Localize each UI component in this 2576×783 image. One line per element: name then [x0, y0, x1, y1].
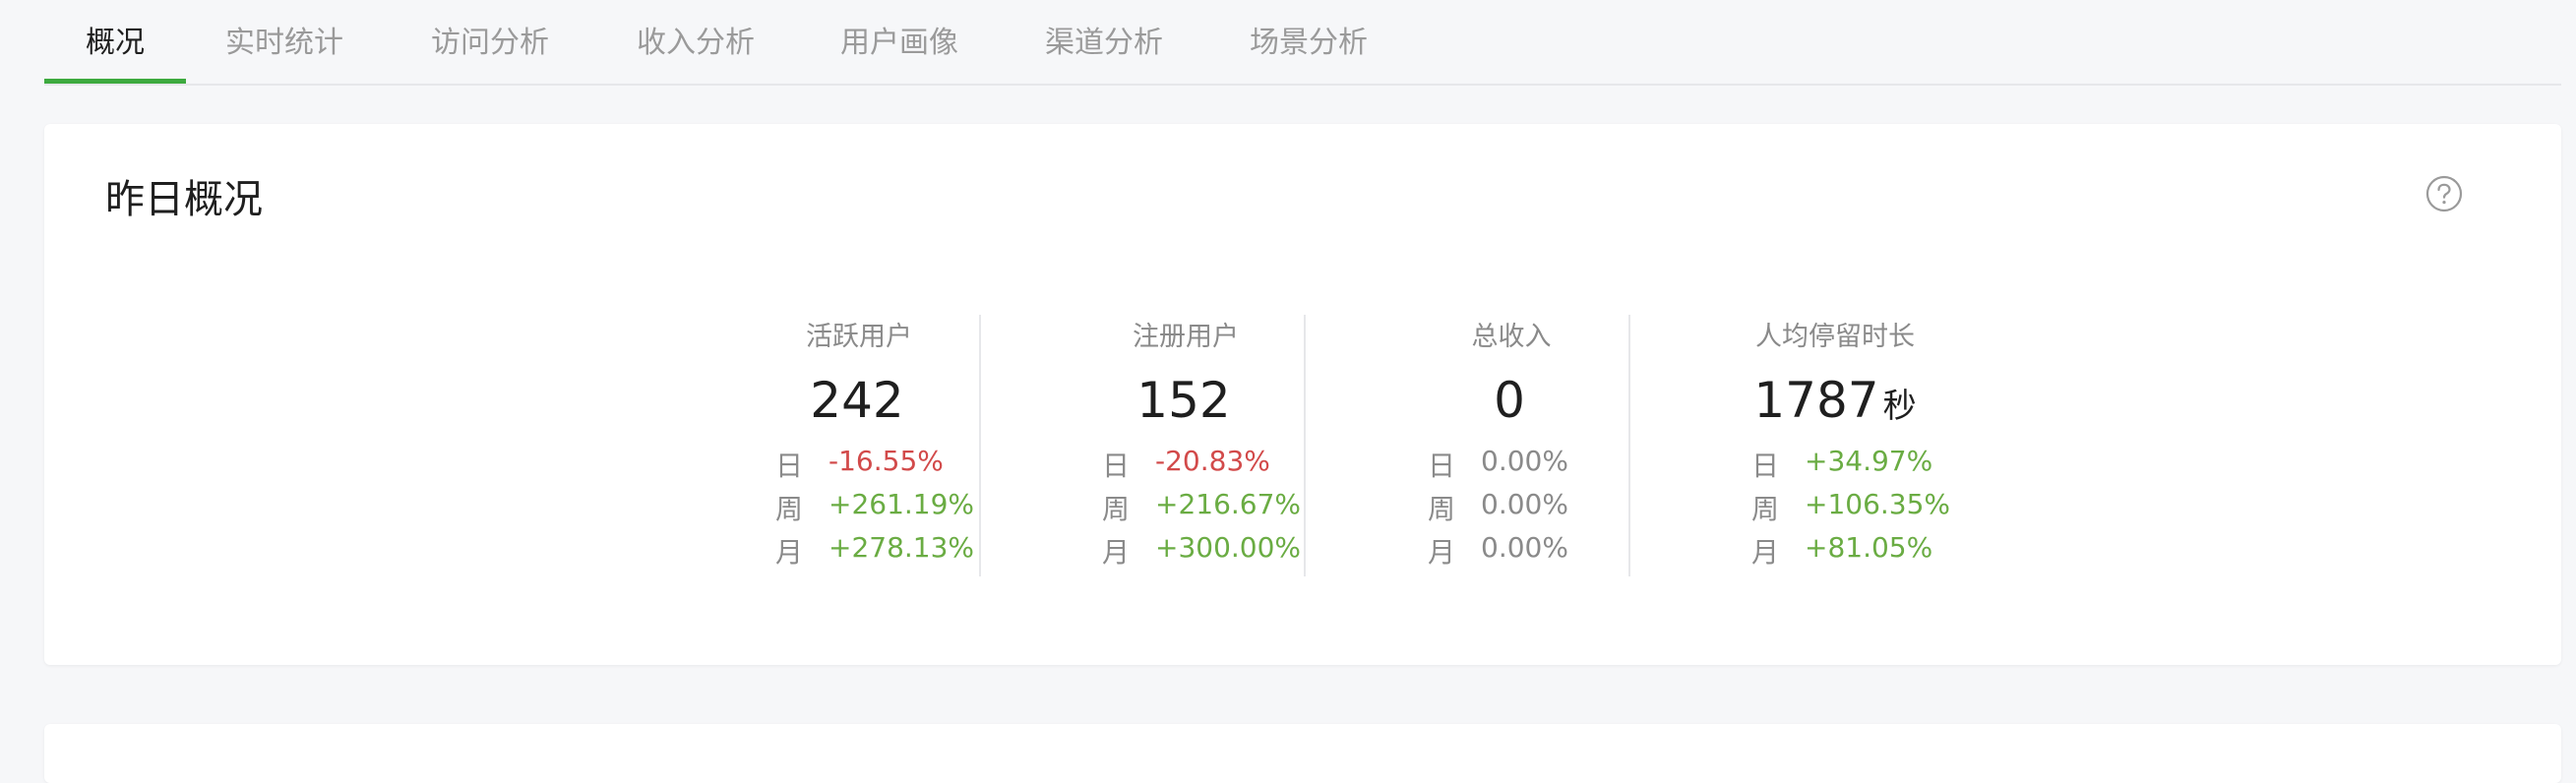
- stat-row-day: 日 -20.83%: [1102, 445, 1270, 482]
- stat-row-week: 周 +261.19%: [775, 488, 975, 525]
- stat-registered-users: 注册用户 152 日 -20.83% 周 +216.67% 月 +300.00%: [1023, 315, 1348, 576]
- tab-bar: 概况 实时统计 访问分析 收入分析 用户画像 渠道分析 场景分析: [44, 0, 2561, 86]
- stat-divider: [1628, 315, 1630, 576]
- stat-row-week: 周 +216.67%: [1102, 488, 1302, 525]
- stat-active-users: 活跃用户 242 日 -16.55% 周 +261.19% 月 +278.13%: [697, 315, 1021, 576]
- card-title: 昨日概况: [105, 177, 263, 222]
- stat-row-week: 周 +106.35%: [1751, 488, 1951, 525]
- tab-visit-analysis[interactable]: 访问分析: [431, 18, 549, 61]
- overview-card: 昨日概况 活跃用户 242 日 -16.55% 周 +261.19% 月 +27…: [44, 124, 2561, 665]
- stat-divider: [1304, 315, 1306, 576]
- tab-user-portrait[interactable]: 用户画像: [840, 18, 958, 61]
- stat-value: 1787 秒: [1753, 372, 1917, 429]
- stat-label: 注册用户: [1133, 322, 1239, 352]
- stat-row-month: 月 +300.00%: [1102, 531, 1302, 569]
- stat-value: 152: [1136, 372, 1231, 429]
- stat-value: 0: [1494, 372, 1525, 429]
- stat-row-month: 月 +81.05%: [1751, 531, 1933, 569]
- stat-total-revenue: 总收入 0 日 0.00% 周 0.00% 月 0.00%: [1349, 315, 1674, 576]
- stat-value: 242: [810, 372, 904, 429]
- stat-avg-duration: 人均停留时长 1787 秒 日 +34.97% 周 +106.35% 月 +81.…: [1673, 315, 1997, 576]
- tab-scene-analysis[interactable]: 场景分析: [1250, 18, 1368, 61]
- tab-revenue-analysis[interactable]: 收入分析: [637, 18, 755, 61]
- stat-row-day: 日 0.00%: [1428, 445, 1568, 482]
- tab-overview[interactable]: 概况: [86, 18, 145, 61]
- stat-row-day: 日 +34.97%: [1751, 445, 1933, 482]
- stat-label: 人均停留时长: [1755, 322, 1915, 352]
- stat-divider: [979, 315, 981, 576]
- question-circle-icon[interactable]: [2425, 175, 2463, 212]
- stat-label: 活跃用户: [806, 322, 912, 352]
- active-tab-indicator: [44, 79, 186, 84]
- stat-row-day: 日 -16.55%: [775, 445, 944, 482]
- tab-realtime-stats[interactable]: 实时统计: [225, 18, 343, 61]
- stat-row-month: 月 +278.13%: [775, 531, 975, 569]
- tab-channel-analysis[interactable]: 渠道分析: [1045, 18, 1163, 61]
- stat-row-month: 月 0.00%: [1428, 531, 1568, 569]
- next-card: [44, 724, 2561, 783]
- stat-row-week: 周 0.00%: [1428, 488, 1568, 525]
- stat-label: 总收入: [1471, 322, 1552, 352]
